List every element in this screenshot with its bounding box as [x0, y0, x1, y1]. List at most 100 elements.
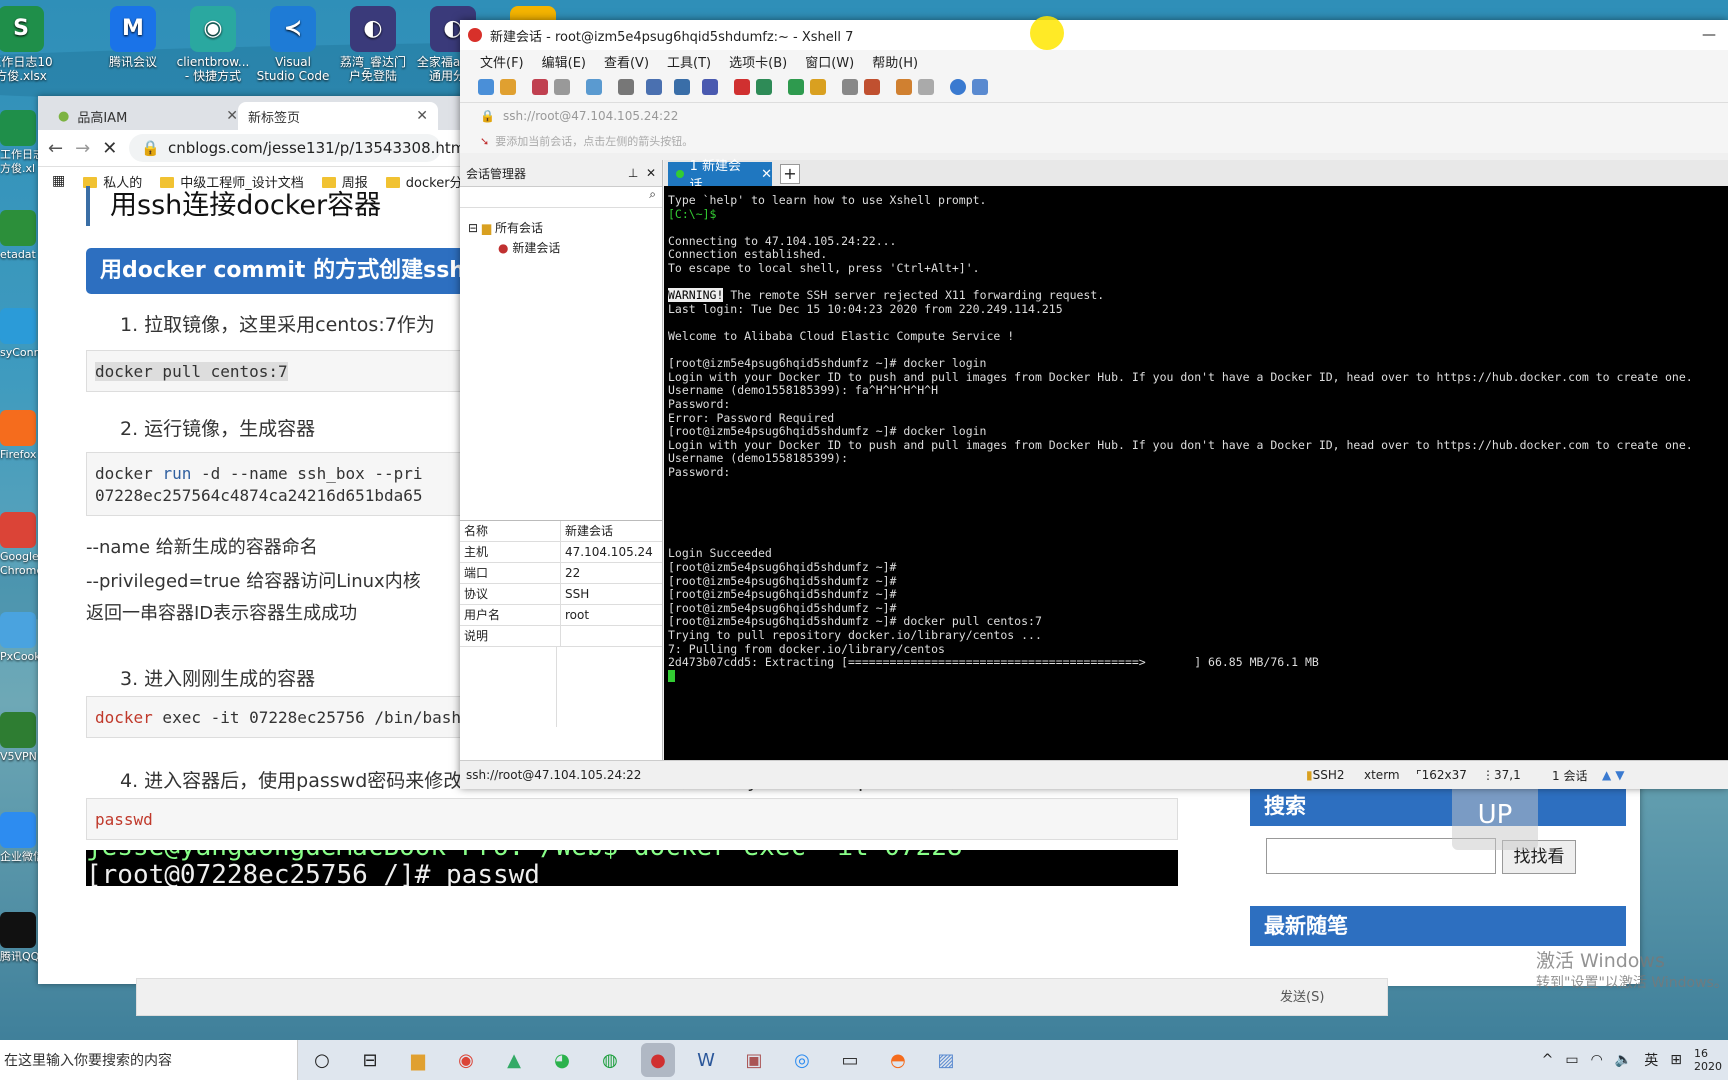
menu-tools[interactable]: 工具(T) [667, 52, 711, 71]
property-row: 说明 [460, 626, 662, 647]
xftp-icon[interactable] [734, 79, 750, 95]
wechat-icon[interactable]: ◕ [545, 1043, 579, 1077]
word-icon[interactable]: W [689, 1043, 723, 1077]
file-explorer-icon[interactable]: ▆ [401, 1043, 435, 1077]
terminal-tab-strip: 1 新建会话 ✕ + [664, 159, 1728, 193]
notepad-icon[interactable]: ▨ [929, 1043, 963, 1077]
desktop-icon[interactable]: ◐ 荔湾_睿达门 户免登陆 [334, 6, 412, 83]
menu-window[interactable]: 窗口(W) [805, 52, 854, 71]
forward-icon[interactable]: → [75, 138, 90, 159]
tree-item-session[interactable]: ● 新建会话 [468, 238, 662, 258]
back-icon[interactable]: ← [48, 138, 63, 159]
arrow-up-icon[interactable]: ▲ [1602, 768, 1611, 782]
session-properties: 名称 新建会话 主机 47.104.105.24 端口 22 协议 SSH 用户名 roo… [460, 520, 662, 727]
app-icon [0, 912, 36, 948]
stop-icon[interactable]: ✕ [102, 138, 117, 159]
menu-view[interactable]: 查看(V) [604, 52, 649, 71]
minimize-icon[interactable]: — [1702, 27, 1716, 43]
taskbar-search[interactable]: 在这里输入你要搜索的内容 [0, 1040, 298, 1080]
search-app-icon[interactable]: ◎ [785, 1043, 819, 1077]
property-row: 协议 SSH [460, 584, 662, 605]
reconnect-icon[interactable] [586, 79, 602, 95]
cortana-icon[interactable]: ○ [305, 1043, 339, 1077]
close-icon[interactable]: ✕ [416, 108, 428, 124]
note-container-id: 返回一串容器ID表示容器生成成功 [86, 603, 358, 624]
open-folder-icon[interactable] [500, 79, 516, 95]
address-bar[interactable]: 🔒 cnblogs.com/jesse131/p/13543308.html [129, 134, 470, 162]
chat-icon[interactable] [972, 79, 988, 95]
wifi-icon[interactable]: ◠ [1591, 1052, 1603, 1068]
script-icon[interactable] [864, 79, 880, 95]
connect-icon[interactable] [532, 79, 548, 95]
desktop-icon[interactable]: 工作日志1 方俊.xl [0, 110, 40, 176]
desktop-icon[interactable]: ≺ Visual Studio Code [254, 6, 332, 83]
keyboard-icon[interactable]: ⊞ [1670, 1052, 1682, 1068]
network-icon[interactable]: ▭ [1565, 1052, 1578, 1068]
browser-tab-iam[interactable]: ● 品高IAM ✕ [48, 102, 248, 130]
xshell-titlebar[interactable]: 新建会话 - root@izm5e4psug6hqid5shdumfz:~ - … [460, 20, 1728, 50]
volume-icon[interactable]: 🔈 [1615, 1052, 1632, 1068]
session-search[interactable]: ⌕ [460, 187, 662, 208]
close-icon[interactable]: ✕ [646, 166, 656, 180]
terminal-line: [root@izm5e4psug6hqid5shdumfz ~]# docker… [668, 614, 1042, 629]
chat-input-bar[interactable] [136, 978, 1388, 1016]
desktop-icon[interactable]: Google Chrome [0, 512, 40, 578]
menu-file[interactable]: 文件(F) [480, 52, 524, 71]
close-icon[interactable]: ✕ [761, 167, 772, 182]
arrow-icon[interactable]: ➘ [480, 135, 489, 148]
game-icon[interactable]: ▣ [737, 1043, 771, 1077]
lock-icon[interactable] [810, 79, 826, 95]
desktop-icon[interactable]: V5VPN [0, 712, 40, 764]
desktop-icon-label: etadat [0, 248, 36, 261]
activation-watermark-sub: 转到"设置"以激活 Windows。 [1536, 975, 1728, 991]
wechat-work-icon[interactable]: ◍ [593, 1043, 627, 1077]
back-to-top-button[interactable]: UP [1452, 780, 1538, 850]
terminal-icon[interactable]: ▭ [833, 1043, 867, 1077]
browser-tab-newtab[interactable]: 新标签页 ✕ [238, 102, 438, 130]
terminal-output[interactable]: Type `help' to learn how to use Xshell p… [664, 186, 1728, 760]
tree-root[interactable]: ⊟ ▆ 所有会话 [468, 218, 662, 238]
chevron-up-icon[interactable]: ^ [1542, 1052, 1554, 1068]
firefox-icon[interactable]: ◓ [881, 1043, 915, 1077]
search-icon[interactable] [618, 79, 634, 95]
desktop-icon[interactable]: Firefox [0, 410, 40, 462]
status-cursor-pos: ⋮37,1 [1482, 768, 1521, 782]
help-icon[interactable] [950, 79, 966, 95]
xmanager-icon[interactable] [756, 79, 772, 95]
add-folder-icon[interactable] [896, 79, 912, 95]
disconnect-icon[interactable] [554, 79, 570, 95]
pin-icon[interactable]: ⊥ [628, 166, 638, 180]
xshell-taskbar-icon[interactable]: ● [641, 1043, 675, 1077]
app-icon: ◉ [190, 6, 236, 52]
layout-icon[interactable] [918, 79, 934, 95]
send-button[interactable]: 发送(S) [1280, 986, 1324, 1005]
keyboard-icon[interactable] [842, 79, 858, 95]
new-session-icon[interactable] [478, 79, 494, 95]
desktop-icon[interactable]: syConn [0, 308, 40, 360]
apps-icon[interactable]: ▦ [52, 173, 65, 189]
arrow-down-icon[interactable]: ▼ [1615, 768, 1624, 782]
desktop-icon[interactable]: PxCook [0, 612, 40, 664]
desktop-icon[interactable]: S 工作日志10 方俊.xlsx [0, 6, 60, 83]
add-tab-button[interactable]: + [780, 164, 800, 184]
clock[interactable]: 16 2020 [1694, 1047, 1722, 1073]
task-view-icon[interactable]: ⊟ [353, 1043, 387, 1077]
globe-icon[interactable] [674, 79, 690, 95]
tab-new-session[interactable]: 1 新建会话 ✕ [668, 159, 772, 193]
app-icon[interactable]: ▲ [497, 1043, 531, 1077]
fullscreen-icon[interactable] [788, 79, 804, 95]
copy-icon[interactable] [646, 79, 662, 95]
font-icon[interactable] [702, 79, 718, 95]
desktop-icon[interactable]: M 腾讯会议 [94, 6, 172, 69]
desktop-icon[interactable]: etadat [0, 210, 40, 262]
desktop-icon[interactable]: 企业微信 [0, 812, 40, 864]
desktop-icon[interactable]: 腾讯QQ [0, 912, 40, 964]
close-icon[interactable]: ✕ [226, 108, 238, 124]
menu-tabs[interactable]: 选项卡(B) [729, 52, 787, 71]
chrome-icon[interactable]: ◉ [449, 1043, 483, 1077]
xshell-address-bar[interactable]: 🔒 ssh://root@47.104.105.24:22 [460, 102, 1728, 129]
ime-indicator[interactable]: 英 [1644, 1050, 1658, 1070]
menu-help[interactable]: 帮助(H) [872, 52, 918, 71]
menu-edit[interactable]: 编辑(E) [542, 52, 586, 71]
desktop-icon[interactable]: ◉ clientbrow... - 快捷方式 [174, 6, 252, 83]
